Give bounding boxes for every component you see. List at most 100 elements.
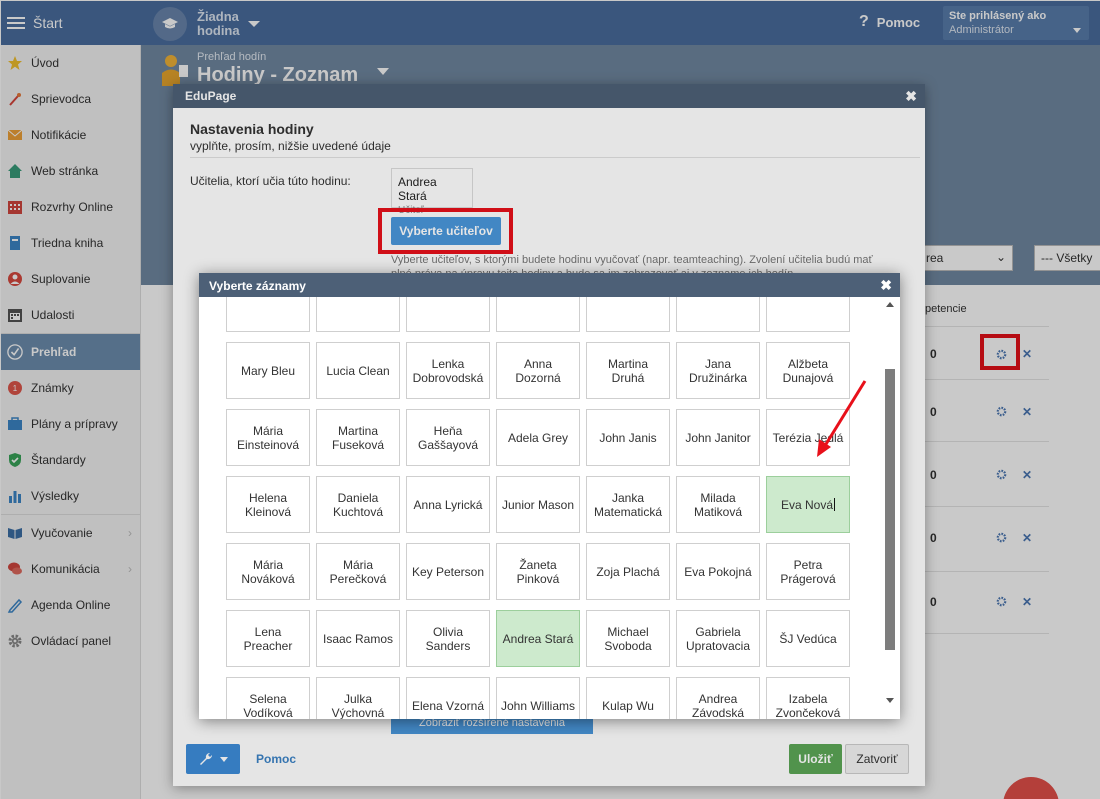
teacher-option-name: Julka Výchovná — [331, 691, 385, 720]
teacher-option-name: Lucia Clean — [326, 363, 390, 378]
teacher-option-name: Martina Druhá — [607, 356, 648, 385]
teacher-option-name: Mária Einsteinová — [236, 423, 300, 452]
teacher-option[interactable]: Petra Prágerová — [766, 543, 850, 600]
teacher-option-name: Anna Lyrická — [413, 497, 483, 512]
teacher-option[interactable]: John Janis — [586, 409, 670, 466]
teacher-option[interactable]: Martina Druhá — [586, 342, 670, 399]
teacher-option-name: Žaneta Pinková — [516, 557, 560, 586]
scrollbar-thumb[interactable] — [885, 369, 895, 650]
teacher-option[interactable]: Kulap Wu — [586, 677, 670, 719]
teacher-option-name: Isaac Ramos — [322, 631, 394, 646]
teacher-option[interactable]: Key Peterson — [406, 543, 490, 600]
teacher-option[interactable]: Jana Družinárka — [676, 342, 760, 399]
teacher-option[interactable]: Martina Fuseková — [316, 409, 400, 466]
teacher-option[interactable]: Eva Nová — [766, 476, 850, 533]
teacher-option-name: Daniela Kuchtová — [332, 490, 384, 519]
teacher-option[interactable]: Eva Pokojná — [676, 543, 760, 600]
teacher-option-name: Helena Kleinová — [244, 490, 292, 519]
teacher-option[interactable]: Isaac Ramos — [316, 610, 400, 667]
teacher-option[interactable]: Olivia Sanders — [406, 610, 490, 667]
teacher-option-name: Milada Matiková — [693, 490, 743, 519]
teacher-option-name: Eva Pokojná — [684, 564, 752, 579]
teacher-option-name: Martina Fuseková — [331, 423, 385, 452]
teacher-option-name: Heňa Gaššayová — [417, 423, 479, 452]
picker-title: Vyberte záznamy — [209, 279, 306, 293]
teacher-option-name: Mária Perečková — [329, 557, 387, 586]
teacher-option[interactable]: Lena Preacher — [226, 610, 310, 667]
picker-cell-filler — [496, 297, 580, 332]
teacher-option[interactable]: Lucia Clean — [316, 342, 400, 399]
teacher-option-name: John Janis — [599, 430, 657, 445]
teacher-option[interactable]: Julka Výchovná — [316, 677, 400, 719]
teacher-option[interactable]: Mária Perečková — [316, 543, 400, 600]
scroll-down-arrow-icon[interactable] — [886, 698, 894, 703]
teacher-option-name: Elena Vzorná — [411, 698, 485, 713]
teacher-option[interactable]: Žaneta Pinková — [496, 543, 580, 600]
teacher-option[interactable]: Michael Svoboda — [586, 610, 670, 667]
teacher-option[interactable]: Anna Lyrická — [406, 476, 490, 533]
teacher-grid: Mary Bleu Lucia Clean Lenka Dobrovodská Ann… — [226, 297, 856, 719]
teacher-option[interactable]: Anna Dozorná — [496, 342, 580, 399]
teacher-option-name: Kulap Wu — [602, 698, 654, 713]
teacher-option[interactable]: Junior Mason — [496, 476, 580, 533]
teacher-option-name: Jana Družinárka — [688, 356, 748, 385]
teacher-option-name: John Janitor — [685, 430, 751, 445]
teacher-option[interactable]: Mária Nováková — [226, 543, 310, 600]
teacher-option-name: Junior Mason — [501, 497, 575, 512]
picker-cell-filler — [226, 297, 310, 332]
picker-body: Mary Bleu Lucia Clean Lenka Dobrovodská Ann… — [199, 297, 900, 719]
teacher-option-name: Terézia Jedlá — [772, 430, 844, 445]
teacher-option-name: Mária Nováková — [241, 557, 295, 586]
scroll-up-arrow-icon[interactable] — [886, 302, 894, 307]
teacher-option-name: Petra Prágerová — [780, 557, 836, 586]
picker-cell-filler — [406, 297, 490, 332]
teacher-option[interactable]: Izabela Zvončeková — [766, 677, 850, 719]
teacher-option-name: Andrea Stará — [502, 631, 574, 646]
teacher-option-name: Eva Nová — [780, 497, 834, 512]
picker-header: Vyberte záznamy ✖ — [199, 273, 900, 297]
picker-cell-filler — [766, 297, 850, 332]
teacher-option[interactable]: Milada Matiková — [676, 476, 760, 533]
picker-cell-filler — [676, 297, 760, 332]
teacher-option[interactable]: Heňa Gaššayová — [406, 409, 490, 466]
teacher-option-name: Olivia Sanders — [425, 624, 471, 653]
teacher-option-name: Key Peterson — [411, 564, 485, 579]
teacher-option-name: Izabela Zvončeková — [775, 691, 841, 720]
teacher-option[interactable]: Zoja Plachá — [586, 543, 670, 600]
teacher-option-name: Selena Vodíková — [243, 691, 293, 720]
teacher-option-name: John Williams — [501, 698, 576, 713]
teacher-option[interactable]: Mária Einsteinová — [226, 409, 310, 466]
teacher-option[interactable]: Helena Kleinová — [226, 476, 310, 533]
teacher-option-name: Lenka Dobrovodská — [412, 356, 484, 385]
teacher-option[interactable]: Elena Vzorná — [406, 677, 490, 719]
teacher-option[interactable]: Alžbeta Dunajová — [766, 342, 850, 399]
teacher-option[interactable]: Andrea Stará — [496, 610, 580, 667]
teacher-option-name: Gabriela Upratovacia — [685, 624, 751, 653]
teacher-option-name: Zoja Plachá — [596, 564, 660, 579]
teacher-option-name: Andrea Závodská — [691, 691, 745, 720]
picker-cell-filler — [316, 297, 400, 332]
close-icon[interactable]: ✖ — [880, 277, 892, 294]
record-picker-dialog: Vyberte záznamy ✖ Mary Bleu Lucia Clean Le… — [199, 273, 900, 719]
teacher-option[interactable]: Janka Matematická — [586, 476, 670, 533]
teacher-option[interactable]: Lenka Dobrovodská — [406, 342, 490, 399]
teacher-option[interactable]: Gabriela Upratovacia — [676, 610, 760, 667]
teacher-option[interactable]: ŠJ Vedúca — [766, 610, 850, 667]
teacher-option[interactable]: Daniela Kuchtová — [316, 476, 400, 533]
picker-cell-filler — [586, 297, 670, 332]
teacher-option-name: Alžbeta Dunajová — [782, 356, 834, 385]
teacher-option-name: Mary Bleu — [240, 363, 296, 378]
text-cursor — [834, 498, 836, 511]
teacher-option[interactable]: Terézia Jedlá — [766, 409, 850, 466]
teacher-option[interactable]: Adela Grey — [496, 409, 580, 466]
teacher-option[interactable]: John Williams — [496, 677, 580, 719]
teacher-option-name: Lena Preacher — [243, 624, 293, 653]
teacher-option[interactable]: John Janitor — [676, 409, 760, 466]
teacher-option-name: ŠJ Vedúca — [779, 631, 837, 646]
teacher-option[interactable]: Selena Vodíková — [226, 677, 310, 719]
teacher-option-name: Janka Matematická — [593, 490, 663, 519]
teacher-option-name: Adela Grey — [507, 430, 569, 445]
teacher-option-name: Anna Dozorná — [515, 356, 561, 385]
teacher-option[interactable]: Andrea Závodská — [676, 677, 760, 719]
teacher-option[interactable]: Mary Bleu — [226, 342, 310, 399]
